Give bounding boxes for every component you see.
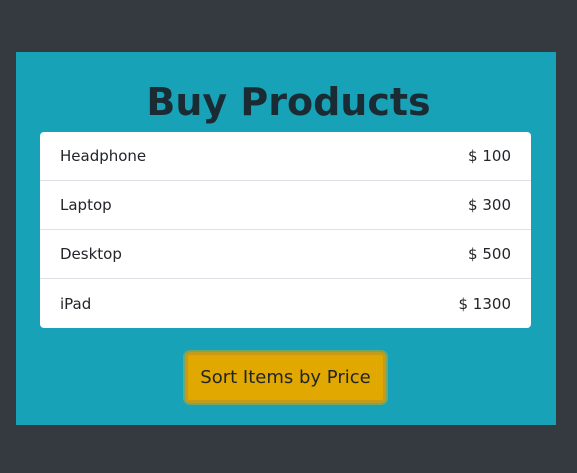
list-item: Desktop $ 500 <box>40 230 531 279</box>
sort-by-price-button[interactable]: Sort Items by Price <box>185 352 386 403</box>
product-name: iPad <box>60 294 92 313</box>
page-title: Buy Products <box>146 80 431 124</box>
product-name: Desktop <box>60 245 122 263</box>
product-list: Headphone $ 100 Laptop $ 300 Desktop $ 5… <box>40 132 531 328</box>
product-price: $ 1300 <box>458 294 512 313</box>
product-name: Headphone <box>60 147 147 165</box>
product-price: $ 100 <box>468 147 511 165</box>
product-price: $ 500 <box>468 245 511 263</box>
list-item: Laptop $ 300 <box>40 181 531 230</box>
list-item: Headphone $ 100 <box>40 132 531 181</box>
list-item: iPad $ 1300 <box>40 279 531 328</box>
product-name: Laptop <box>60 196 112 214</box>
product-price: $ 300 <box>468 196 511 214</box>
